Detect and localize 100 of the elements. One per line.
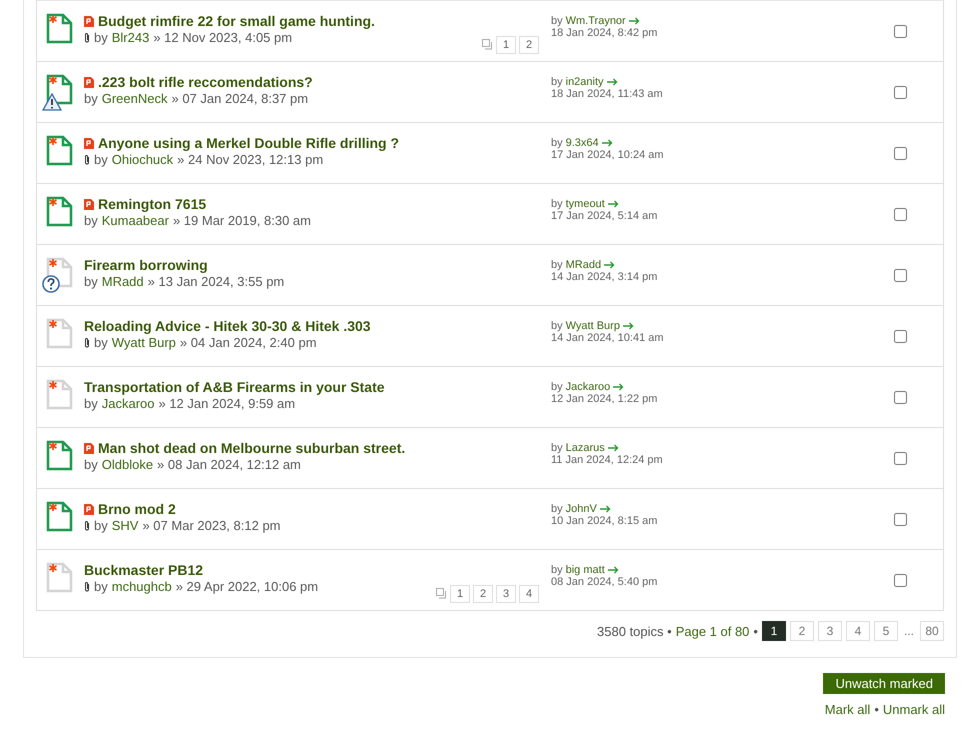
arrow-right-icon[interactable] <box>602 139 613 147</box>
topic-checkbox[interactable] <box>894 390 906 404</box>
post-date: » 19 Mar 2019, 8:30 am <box>172 213 311 228</box>
mark-all-link[interactable]: Mark all <box>824 702 870 717</box>
author-link[interactable]: Oldbloke <box>102 457 154 472</box>
topic-checkbox[interactable] <box>894 512 906 526</box>
by-label: by <box>551 76 563 88</box>
arrow-right-icon[interactable] <box>600 505 611 513</box>
page-link[interactable]: 1 <box>496 36 516 54</box>
author-link[interactable]: Jackaroo <box>102 396 154 411</box>
asterisk-icon <box>49 381 57 389</box>
page-number-link[interactable]: 2 <box>790 621 814 641</box>
author-link[interactable]: MRadd <box>102 274 144 289</box>
topic-checkbox[interactable] <box>894 86 906 98</box>
by-label: by <box>94 30 108 45</box>
arrow-right-icon[interactable] <box>622 322 634 330</box>
page-link[interactable]: 1 <box>450 584 470 602</box>
page-link[interactable]: 3 <box>496 584 516 602</box>
last-poster-link[interactable]: JohnV <box>566 503 597 515</box>
topic-checkbox[interactable] <box>894 452 906 464</box>
unmark-all-link[interactable]: Unmark all <box>882 702 945 717</box>
post-date: » 13 Jan 2024, 3:55 pm <box>148 274 284 289</box>
last-poster-link[interactable]: Wm.Traynor <box>566 15 626 27</box>
author-link[interactable]: Ohiochuck <box>112 152 174 167</box>
topic-checkbox[interactable] <box>894 24 906 38</box>
author-link[interactable]: mchughcb <box>112 579 172 594</box>
post-date: » 07 Mar 2023, 8:12 pm <box>142 518 280 533</box>
page-link[interactable]: 2 <box>473 584 493 602</box>
author-link[interactable]: SHV <box>112 518 138 533</box>
last-post-date: 14 Jan 2024, 10:41 am <box>551 332 665 344</box>
arrow-right-icon[interactable] <box>608 444 619 452</box>
pages-icon <box>482 39 493 50</box>
page-number-link[interactable]: 80 <box>920 621 944 641</box>
last-poster-link[interactable]: Jackaroo <box>566 381 610 393</box>
by-label: by <box>84 396 98 411</box>
topic-title-link[interactable]: Buckmaster PB12 <box>84 562 204 578</box>
topic-checkbox[interactable] <box>894 574 906 586</box>
last-post-date: 10 Jan 2024, 8:15 am <box>551 515 658 527</box>
arrow-right-icon[interactable] <box>628 17 640 25</box>
page-number-link[interactable]: 3 <box>818 621 842 641</box>
last-poster-link[interactable]: Wyatt Burp <box>566 320 620 332</box>
page-indicator-link[interactable]: Page 1 of 80 <box>676 624 750 638</box>
topic-title-link[interactable]: .223 bolt rifle reccomendations? <box>98 74 313 90</box>
arrow-right-icon[interactable] <box>613 383 624 391</box>
author-link[interactable]: Blr243 <box>112 30 150 45</box>
topic-title-link[interactable]: Transportation of A&B Firearms in your State <box>84 379 385 395</box>
asterisk-icon <box>49 442 57 450</box>
pages-icon <box>436 588 447 599</box>
ellipsis: ... <box>902 624 915 638</box>
topic-title-link[interactable]: Reloading Advice - Hitek 30-30 & Hitek .303 <box>84 318 371 334</box>
arrow-right-icon[interactable] <box>608 200 619 208</box>
page-number-link[interactable]: 5 <box>874 621 898 641</box>
page-number-link[interactable]: 1 <box>762 621 786 641</box>
by-label: by <box>84 457 98 472</box>
separator: • <box>753 624 758 638</box>
topic-title-link[interactable]: Firearm borrowing <box>84 257 208 273</box>
by-label: by <box>94 579 108 594</box>
by-label: by <box>551 564 563 576</box>
last-poster-link[interactable]: tymeout <box>566 198 605 210</box>
asterisk-icon <box>49 564 57 572</box>
arrow-right-icon[interactable] <box>604 261 616 269</box>
topic-title-link[interactable]: Budget rimfire 22 for small game hunting. <box>98 13 375 29</box>
last-post-date: 11 Jan 2024, 12:24 pm <box>551 454 664 466</box>
author-link[interactable]: GreenNeck <box>102 91 168 106</box>
last-poster-link[interactable]: 9.3x64 <box>566 137 599 149</box>
topic-checkbox[interactable] <box>894 268 906 282</box>
topic-title-link[interactable]: Man shot dead on Melbourne suburban street. <box>98 440 406 456</box>
last-poster-link[interactable]: Lazarus <box>566 442 605 454</box>
by-label: by <box>84 213 98 228</box>
last-post-date: 17 Jan 2024, 10:24 am <box>551 149 665 161</box>
arrow-right-icon[interactable] <box>606 78 618 86</box>
page-link[interactable]: 4 <box>519 584 539 602</box>
topic-checkbox[interactable] <box>894 208 906 220</box>
page-number-link[interactable]: 4 <box>846 621 870 641</box>
asterisk-icon <box>49 198 57 206</box>
last-poster-link[interactable]: MRadd <box>566 259 602 271</box>
last-poster-link[interactable]: big matt <box>566 564 605 576</box>
topic-title-link[interactable]: Brno mod 2 <box>98 501 176 517</box>
topic-title-link[interactable]: Remington 7615 <box>98 196 206 212</box>
last-post-date: 18 Jan 2024, 8:42 pm <box>551 27 658 39</box>
post-date: » 12 Jan 2024, 9:59 am <box>158 396 296 411</box>
page-link[interactable]: 2 <box>519 36 539 54</box>
author-link[interactable]: Kumaabear <box>102 213 169 228</box>
by-label: by <box>84 91 98 106</box>
post-date: » 04 Jan 2024, 2:40 pm <box>180 335 317 350</box>
post-date: » 07 Jan 2024, 8:37 pm <box>171 91 308 106</box>
asterisk-icon <box>49 320 57 328</box>
asterisk-icon <box>49 503 57 511</box>
by-label: by <box>84 274 98 289</box>
author-link[interactable]: Wyatt Burp <box>112 335 176 350</box>
by-label: by <box>94 152 108 167</box>
arrow-right-icon[interactable] <box>608 566 619 574</box>
last-poster-link[interactable]: in2anity <box>566 76 604 88</box>
post-date: » 24 Nov 2023, 12:13 pm <box>177 152 324 167</box>
topic-title-link[interactable]: Anyone using a Merkel Double Rifle drilling ? <box>98 135 400 151</box>
asterisk-icon <box>49 15 57 23</box>
topic-checkbox[interactable] <box>894 330 906 342</box>
topic-checkbox[interactable] <box>894 146 906 160</box>
post-date: » 08 Jan 2024, 12:12 am <box>157 457 301 472</box>
unwatch-marked-button[interactable]: Unwatch marked <box>823 673 945 694</box>
